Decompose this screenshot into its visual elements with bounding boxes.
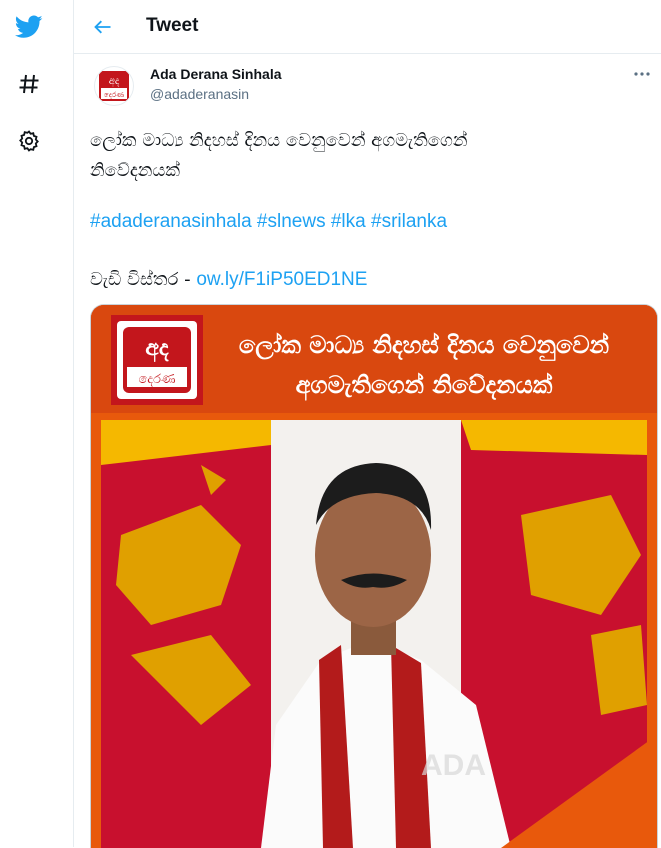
avatar[interactable]: අද දෙරණ [94,66,134,106]
author-handle[interactable]: @adaderanasin [150,86,249,102]
avatar-logo-top: අද [109,76,120,87]
media-watermark: ADA [421,749,486,782]
page-header: Tweet [74,0,661,54]
main-column: Tweet අද දෙරණ Ada Derana Sinhala @adader… [74,0,661,848]
tweet-text-line-2: නිවේදනයක් [90,160,180,181]
media-logo-top: අද [145,336,169,362]
hashtag-link[interactable]: #lka [331,211,366,232]
page-title: Tweet [146,15,199,36]
tweet-text-line-1: ලෝක මාධ්‍ය නිදහස් දිනය වෙනුවෙන් අගමැතිගෙ… [90,130,468,151]
author-name[interactable]: Ada Derana Sinhala [150,66,282,82]
media-headline-line-1: ලෝක මාධ්‍ය නිදහස් දිනය වෙනුවෙන් [239,331,609,361]
hashtag-link[interactable]: #slnews [257,211,326,232]
hashtag-link[interactable]: #srilanka [371,211,447,232]
media-logo-bottom: දෙරණ [138,372,175,387]
avatar-logo-bottom: දෙරණ [104,91,124,99]
settings-gear-icon[interactable] [13,125,45,157]
tweet-link[interactable]: ow.ly/F1iP50ED1NE [196,269,367,290]
hashtag-list: #adaderanasinhala #slnews #lka #srilanka [90,211,447,233]
twitter-logo-icon[interactable] [13,11,45,43]
sidebar [0,0,74,847]
more-info-line: වැඩි විස්තර - ow.ly/F1iP50ED1NE [90,269,367,291]
hashtag-link[interactable]: #adaderanasinhala [90,211,252,232]
back-arrow-icon[interactable] [88,12,118,42]
explore-hashtag-icon[interactable] [13,68,45,100]
tweet-media-image[interactable]: අද දෙරණ ලෝක මාධ්‍ය නිදහස් දිනය වෙනුවෙන් … [90,304,658,848]
left-flag-image [101,420,271,848]
media-headline-line-2: අගමැතිගෙන් නිවේදනයක් [296,371,553,401]
more-info-label: වැඩි විස්තර - [90,269,191,290]
more-options-icon[interactable] [632,68,652,80]
